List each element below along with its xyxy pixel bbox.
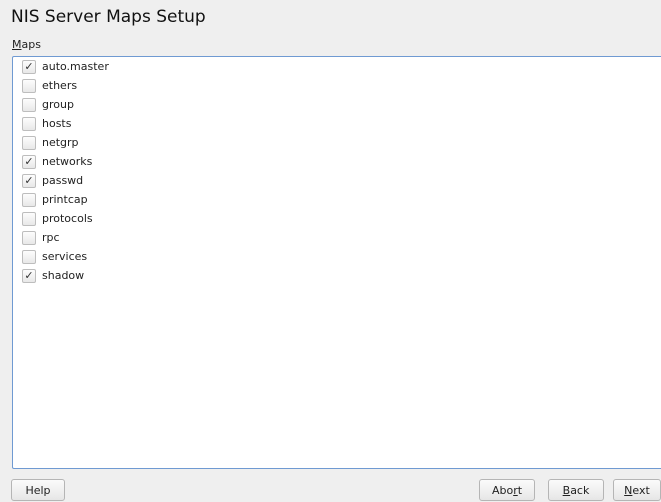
map-item-label: protocols <box>42 212 93 225</box>
maps-label-rest: aps <box>21 38 41 51</box>
back-label-mnemonic: B <box>562 483 571 497</box>
maps-checkbox-list: ✓ auto.master ethers group hosts netgrp ✓… <box>12 56 661 469</box>
next-label-post: ext <box>632 483 650 497</box>
checkmark-icon: ✓ <box>24 174 34 187</box>
page-title: NIS Server Maps Setup <box>11 7 206 27</box>
checkbox[interactable]: ✓ <box>22 154 36 169</box>
map-item-label: ethers <box>42 79 78 92</box>
checkbox[interactable] <box>22 78 36 93</box>
checkbox[interactable]: ✓ <box>22 268 36 283</box>
map-item-label: services <box>42 250 88 263</box>
back-label-post: ack <box>570 483 590 497</box>
abort-button[interactable]: Abo r t <box>479 479 535 501</box>
next-label-mnemonic: N <box>624 483 633 497</box>
map-item-ethers[interactable]: ethers <box>22 76 77 95</box>
checkbox[interactable] <box>22 116 36 131</box>
map-item-hosts[interactable]: hosts <box>22 114 71 133</box>
map-item-label: hosts <box>42 117 72 130</box>
checkmark-icon: ✓ <box>24 269 34 282</box>
back-button[interactable]: Back <box>548 479 604 501</box>
maps-group-label: Maps <box>12 38 41 51</box>
checkmark-icon: ✓ <box>24 155 34 168</box>
checkbox[interactable] <box>22 135 36 150</box>
checkbox[interactable] <box>22 249 36 264</box>
map-item-shadow[interactable]: ✓ shadow <box>22 266 84 285</box>
checkbox[interactable] <box>22 211 36 226</box>
map-item-protocols[interactable]: protocols <box>22 209 93 228</box>
abort-label-post: t <box>517 483 523 497</box>
map-item-passwd[interactable]: ✓ passwd <box>22 171 83 190</box>
maps-label-mnemonic: M <box>12 38 22 51</box>
map-item-printcap[interactable]: printcap <box>22 190 88 209</box>
map-item-label: networks <box>42 155 93 168</box>
map-item-netgrp[interactable]: netgrp <box>22 133 79 152</box>
checkbox[interactable] <box>22 230 36 245</box>
map-item-services[interactable]: services <box>22 247 87 266</box>
checkbox[interactable] <box>22 192 36 207</box>
help-button[interactable]: Help <box>11 479 65 501</box>
map-item-label: auto.master <box>42 60 109 73</box>
map-item-networks[interactable]: ✓ networks <box>22 152 92 171</box>
checkbox[interactable]: ✓ <box>22 59 36 74</box>
checkbox[interactable] <box>22 97 36 112</box>
map-item-auto-master[interactable]: ✓ auto.master <box>22 57 109 76</box>
map-item-label: group <box>42 98 74 111</box>
abort-label-pre: Abo <box>491 483 514 497</box>
map-item-label: shadow <box>42 269 85 282</box>
checkmark-icon: ✓ <box>24 60 34 73</box>
checkbox[interactable]: ✓ <box>22 173 36 188</box>
map-item-label: rpc <box>42 231 60 244</box>
map-item-label: printcap <box>42 193 88 206</box>
map-item-rpc[interactable]: rpc <box>22 228 60 247</box>
help-button-label: Help <box>25 483 51 497</box>
map-item-label: netgrp <box>42 136 79 149</box>
next-button[interactable]: Next <box>613 479 661 501</box>
map-item-group[interactable]: group <box>22 95 74 114</box>
map-item-label: passwd <box>42 174 84 187</box>
